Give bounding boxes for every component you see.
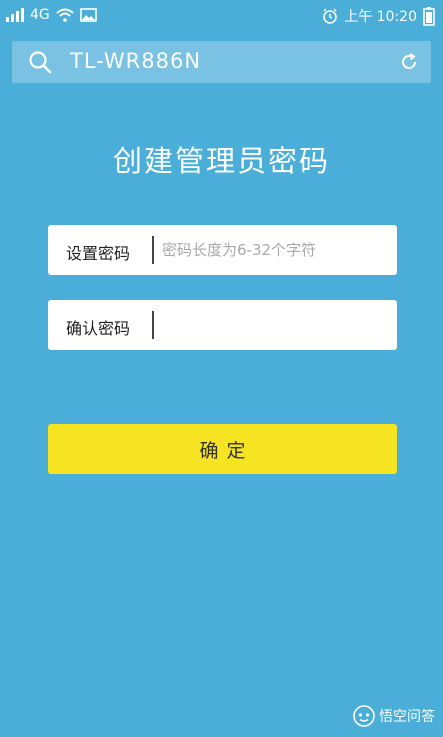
alarm-icon xyxy=(323,8,338,24)
wukong-logo-icon xyxy=(353,705,375,727)
confirm-password-field[interactable]: 确认密码 xyxy=(48,300,397,350)
search-text[interactable]: TL-WR886N xyxy=(70,49,201,73)
wifi-icon xyxy=(56,8,74,22)
password-label: 设置密码 xyxy=(66,244,131,263)
password-field[interactable]: 设置密码 xyxy=(48,225,397,275)
page-title: 创建管理员密码 xyxy=(112,144,330,178)
search-icon[interactable] xyxy=(28,50,52,74)
text-cursor xyxy=(152,311,154,339)
confirm-password-label: 确认密码 xyxy=(66,319,131,338)
network-type: 4G xyxy=(30,7,50,23)
text-cursor xyxy=(152,236,154,264)
watermark-text: 悟空问答 xyxy=(379,709,435,725)
status-right: 上午 10:20 xyxy=(322,6,435,26)
battery-icon xyxy=(423,6,435,26)
status-left: 4G xyxy=(6,7,97,23)
clock: 上午 10:20 xyxy=(344,9,417,25)
status-bar: 4G 上午 10:20 xyxy=(0,0,443,33)
confirm-button[interactable]: 确定 xyxy=(48,424,397,474)
signal-icon xyxy=(6,8,24,22)
image-notification-icon xyxy=(79,8,97,22)
password-input[interactable] xyxy=(162,235,387,265)
confirm-password-input[interactable] xyxy=(162,310,387,340)
watermark: 悟空问答 xyxy=(353,705,435,727)
refresh-icon[interactable] xyxy=(399,52,419,72)
search-bar[interactable]: TL-WR886N xyxy=(12,41,431,83)
